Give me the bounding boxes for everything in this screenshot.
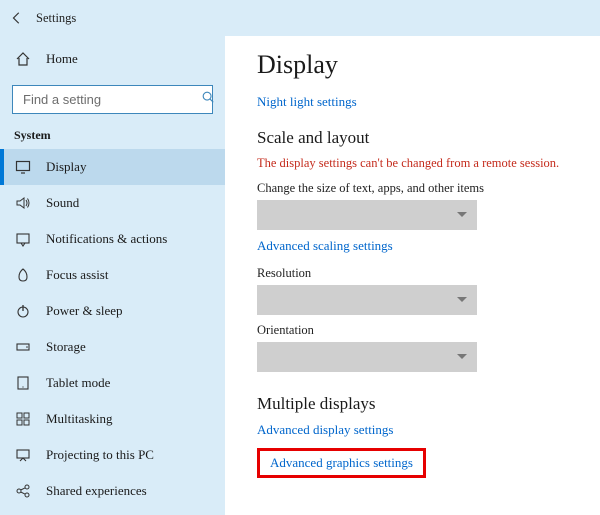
tablet-icon xyxy=(14,375,32,391)
sidebar-item-shared-experiences[interactable]: Shared experiences xyxy=(0,473,225,509)
advanced-display-link[interactable]: Advanced display settings xyxy=(257,422,576,438)
highlight-advanced-graphics: Advanced graphics settings xyxy=(257,448,426,478)
scale-dropdown[interactable] xyxy=(257,200,477,230)
sidebar-item-label: Display xyxy=(46,159,86,175)
sidebar-item-label: Notifications & actions xyxy=(46,231,167,247)
sidebar-home[interactable]: Home xyxy=(0,42,225,77)
back-icon[interactable] xyxy=(10,11,24,25)
sidebar-item-label: Shared experiences xyxy=(46,483,147,499)
sidebar: Home System Display xyxy=(0,36,225,515)
sidebar-item-label: Sound xyxy=(46,195,79,211)
sound-icon xyxy=(14,195,32,211)
page-title: Display xyxy=(257,50,576,80)
sidebar-item-sound[interactable]: Sound xyxy=(0,185,225,221)
power-icon xyxy=(14,303,32,319)
remote-session-warning: The display settings can't be changed fr… xyxy=(257,156,576,171)
sidebar-item-label: Power & sleep xyxy=(46,303,123,319)
sidebar-list: Display Sound Notifications & actions xyxy=(0,149,225,509)
night-light-link[interactable]: Night light settings xyxy=(257,94,576,110)
resolution-label: Resolution xyxy=(257,266,576,281)
scale-layout-heading: Scale and layout xyxy=(257,128,576,148)
home-icon xyxy=(14,51,32,67)
search-icon xyxy=(201,90,215,108)
sidebar-item-label: Tablet mode xyxy=(46,375,110,391)
orientation-label: Orientation xyxy=(257,323,576,338)
sidebar-item-tablet-mode[interactable]: Tablet mode xyxy=(0,365,225,401)
window-body: Home System Display xyxy=(0,36,600,515)
advanced-scaling-link[interactable]: Advanced scaling settings xyxy=(257,238,576,254)
sidebar-item-display[interactable]: Display xyxy=(0,149,225,185)
focus-icon xyxy=(14,267,32,283)
content-area: Display Night light settings Scale and l… xyxy=(225,36,600,515)
search-input[interactable] xyxy=(21,91,201,108)
sidebar-section-heading: System xyxy=(0,124,225,149)
sidebar-item-label: Multitasking xyxy=(46,411,112,427)
monitor-icon xyxy=(14,159,32,175)
notifications-icon xyxy=(14,231,32,247)
resolution-dropdown[interactable] xyxy=(257,285,477,315)
orientation-dropdown[interactable] xyxy=(257,342,477,372)
project-icon xyxy=(14,447,32,463)
multiple-displays-heading: Multiple displays xyxy=(257,394,576,414)
sidebar-item-label: Storage xyxy=(46,339,86,355)
settings-window: Settings Home System xyxy=(0,0,600,515)
sidebar-item-storage[interactable]: Storage xyxy=(0,329,225,365)
multitask-icon xyxy=(14,411,32,427)
sidebar-item-projecting[interactable]: Projecting to this PC xyxy=(0,437,225,473)
share-icon xyxy=(14,483,32,499)
sidebar-item-multitasking[interactable]: Multitasking xyxy=(0,401,225,437)
titlebar: Settings xyxy=(0,0,600,36)
sidebar-item-power-sleep[interactable]: Power & sleep xyxy=(0,293,225,329)
storage-icon xyxy=(14,339,32,355)
sidebar-item-notifications[interactable]: Notifications & actions xyxy=(0,221,225,257)
sidebar-item-label: Projecting to this PC xyxy=(46,447,154,463)
search-box[interactable] xyxy=(12,85,213,114)
advanced-graphics-link[interactable]: Advanced graphics settings xyxy=(270,455,413,470)
scale-label: Change the size of text, apps, and other… xyxy=(257,181,576,196)
home-label: Home xyxy=(46,51,78,67)
window-title: Settings xyxy=(36,11,76,26)
sidebar-item-label: Focus assist xyxy=(46,267,108,283)
sidebar-item-focus-assist[interactable]: Focus assist xyxy=(0,257,225,293)
